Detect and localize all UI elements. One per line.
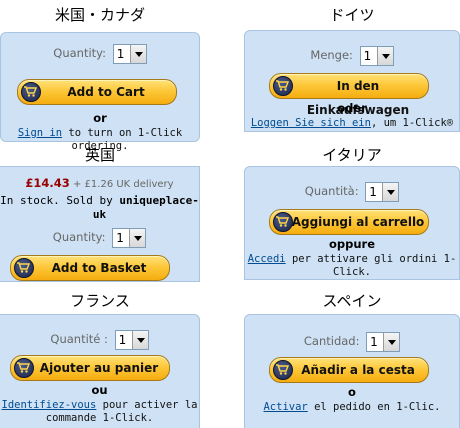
panel-germany: ドイツ Menge: 1 In den Einkaufswagen oder L…: [244, 6, 460, 132]
panel-title: 英国: [84, 146, 115, 164]
panel-title: ドイツ: [329, 6, 375, 24]
chevron-down-icon: [382, 182, 399, 201]
signin-rest: el pedido en 1-Clic.: [307, 401, 441, 413]
buy-box: Quantité : 1 Ajouter au panier ou Identi…: [0, 314, 200, 428]
button-label: Aggiungi al carrello: [291, 215, 425, 229]
button-label: Añadir a la cesta: [301, 363, 415, 377]
signin-rest: , um 1-Click®: [370, 117, 454, 129]
quantity-select[interactable]: 1: [112, 227, 147, 248]
add-to-cart-button[interactable]: Add to Cart: [17, 79, 177, 105]
buy-box: Quantità: 1 Aggiungi al carrello oppure …: [244, 166, 460, 280]
chevron-down-icon: [376, 46, 393, 65]
quantity-value: 1: [116, 46, 125, 61]
buy-box: Cantidad: 1 Añadir a la cesta o Activar …: [244, 314, 460, 428]
cart-icon: [273, 76, 293, 96]
buy-box: Quantity: 1 Add to Cart or Sign in to tu…: [0, 32, 200, 152]
quantity-label: Menge:: [310, 48, 353, 62]
stock-text: In stock. Sold by uniqueplace-uk: [0, 194, 199, 222]
cart-icon: [273, 360, 293, 380]
chevron-down-icon: [129, 228, 146, 247]
quantity-row: Quantità: 1: [245, 181, 459, 202]
quantity-label: Quantité :: [50, 332, 108, 346]
quantity-select[interactable]: 1: [114, 329, 149, 350]
quantity-select[interactable]: 1: [359, 45, 394, 66]
quantity-label: Quantity:: [52, 230, 106, 244]
quantity-value: 1: [363, 48, 372, 63]
panel-italy: イタリア Quantità: 1 Aggiungi al carrello op…: [244, 146, 460, 280]
add-to-cart-button[interactable]: Añadir a la cesta: [269, 357, 429, 383]
or-text: o: [348, 385, 356, 399]
buy-box: £14.43 + £1.26 UK delivery In stock. Sol…: [0, 166, 200, 282]
signin-rest: per attivare gli ordini 1-: [285, 253, 457, 265]
signin-rest: pour activer la: [96, 399, 198, 411]
price: £14.43: [25, 176, 70, 190]
panel-france: フランス Quantité : 1 Ajouter au panier ou I…: [0, 292, 200, 428]
cart-icon: [14, 258, 34, 278]
price-row: £14.43 + £1.26 UK delivery: [0, 176, 199, 190]
buy-box: Menge: 1 In den Einkaufswagen oder Logge…: [244, 30, 460, 132]
signin-text: Activar el pedido en 1-Clic.: [245, 401, 459, 414]
quantity-row: Cantidad: 1: [245, 331, 459, 352]
button-label: Add to Basket: [51, 261, 147, 275]
panel-uk: 英国 £14.43 + £1.26 UK delivery In stock. …: [0, 146, 200, 282]
chevron-down-icon: [383, 332, 400, 351]
panel-spain: スペイン Cantidad: 1 Añadir a la cesta o Act…: [244, 292, 460, 428]
quantity-row: Menge: 1: [245, 45, 459, 66]
signin-link[interactable]: Accedi: [248, 253, 286, 265]
quantity-label: Quantità:: [304, 184, 359, 198]
quantity-value: 1: [116, 230, 124, 245]
quantity-value: 1: [118, 332, 127, 347]
add-to-cart-button[interactable]: In den Einkaufswagen: [269, 73, 429, 117]
or-text: oder: [337, 101, 367, 115]
signin-rest-line2: Click.: [333, 266, 371, 278]
or-text: or: [93, 111, 107, 125]
quantity-value: 1: [370, 334, 378, 349]
signin-text: Accedi per attivare gli ordini 1- Click.: [245, 253, 459, 279]
panel-us-canada: 米国・カナダ Quantity: 1 Add to Cart or Sign i…: [0, 6, 200, 152]
quantity-label: Cantidad:: [303, 334, 360, 348]
signin-text: Loggen Sie sich ein, um 1-Click®: [245, 117, 459, 130]
signin-rest-line2: commande 1-Click.: [45, 412, 154, 424]
cart-icon: [273, 212, 293, 232]
signin-link[interactable]: Loggen Sie sich ein: [251, 117, 371, 129]
or-text: ou: [91, 383, 108, 397]
add-to-basket-button[interactable]: Add to Basket: [10, 255, 170, 281]
chevron-down-icon: [131, 330, 148, 349]
button-label: Ajouter au panier: [39, 361, 159, 375]
quantity-select[interactable]: 1: [112, 43, 147, 64]
quantity-row: Quantité : 1: [0, 329, 199, 350]
quantity-row: Quantity: 1: [0, 227, 199, 248]
button-label: Add to Cart: [67, 85, 145, 99]
stock-label: In stock. Sold by: [0, 194, 120, 207]
or-text: oppure: [328, 237, 376, 251]
quantity-label: Quantity:: [53, 46, 107, 60]
cart-icon: [14, 358, 34, 378]
cart-icon: [21, 82, 41, 102]
quantity-value: 1: [369, 184, 377, 199]
panel-title: イタリア: [322, 146, 382, 164]
add-to-cart-button[interactable]: Ajouter au panier: [10, 355, 170, 381]
add-to-cart-button[interactable]: Aggiungi al carrello: [269, 209, 429, 235]
quantity-select[interactable]: 1: [366, 331, 401, 352]
signin-link[interactable]: Identifiez-vous: [2, 399, 97, 411]
panel-title: フランス: [70, 292, 130, 310]
chevron-down-icon: [129, 44, 146, 63]
delivery-charge: + £1.26 UK delivery: [69, 179, 174, 190]
signin-link[interactable]: Activar: [263, 401, 307, 413]
panel-title: 米国・カナダ: [54, 6, 145, 24]
quantity-row: Quantity: 1: [1, 43, 199, 64]
quantity-select[interactable]: 1: [365, 181, 400, 202]
panel-title: スペイン: [322, 292, 382, 310]
signin-text: Identifiez-vous pour activer la commande …: [0, 399, 199, 425]
signin-link[interactable]: Sign in: [18, 127, 62, 139]
